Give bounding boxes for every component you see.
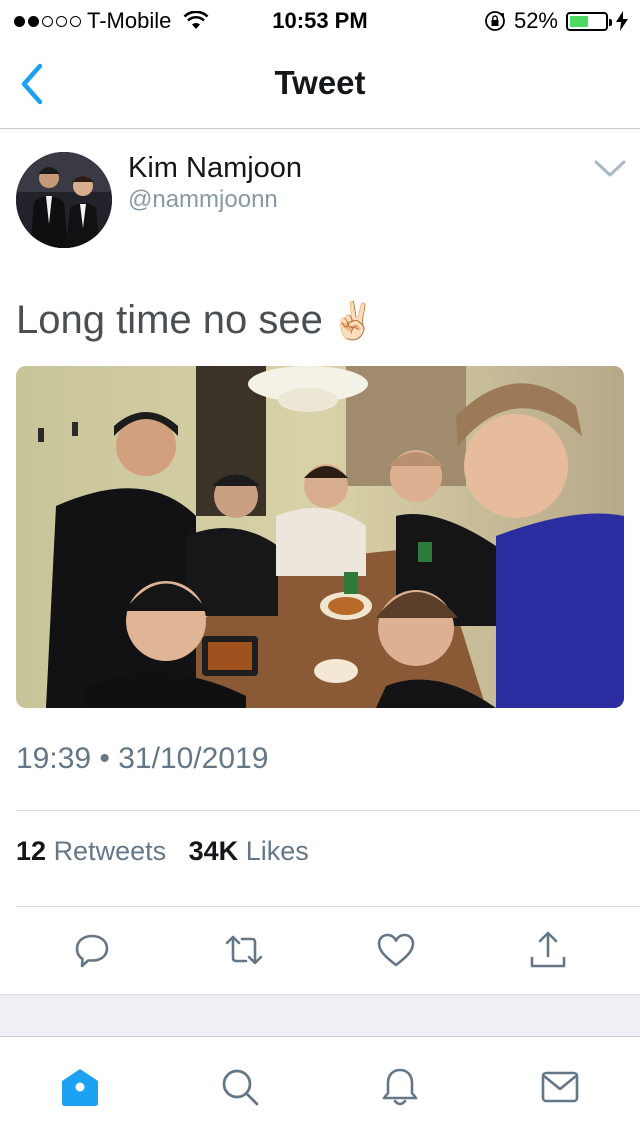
share-icon[interactable] [526,928,570,972]
retweets-count: 12 [16,836,47,866]
divider [16,906,640,907]
likes-label: Likes [245,836,309,866]
charging-bolt-icon [616,11,628,31]
retweets-label: Retweets [53,836,167,866]
home-icon[interactable] [58,1065,102,1109]
retweet-icon[interactable] [222,928,266,972]
rotation-lock-icon [485,11,505,31]
battery-percent: 52% [513,8,558,33]
status-bar: T-Mobile 10:53 PM 52% [0,0,640,40]
victory-hand-emoji: ✌🏻 [330,300,376,341]
divider [16,810,640,811]
more-options-chevron-down-icon[interactable] [590,156,630,182]
navigation-bar: Tweet [0,40,640,129]
battery-icon [566,11,612,31]
avatar[interactable] [16,152,112,248]
likes-count: 34K [188,836,239,866]
author-name[interactable]: Kim Namjoon [128,152,302,185]
tweet-text: Long time no see ✌🏻 [16,298,376,343]
author-handle[interactable]: @nammjoonn [128,186,278,214]
messages-icon[interactable] [538,1065,582,1109]
tweet-text-body: Long time no see [16,298,323,342]
notifications-icon[interactable] [378,1065,422,1109]
retweets-stat[interactable]: 12 Retweets [16,836,166,866]
tweet-timestamp: 19:39 • 31/10/2019 [16,742,269,775]
likes-stat[interactable]: 34K Likes [189,836,309,866]
search-icon[interactable] [218,1065,262,1109]
battery-status: 52% [484,8,628,34]
tweet-stats: 12 Retweets 34K Likes [16,836,309,867]
tab-bar [0,1036,640,1137]
tweet-photo[interactable] [16,366,624,708]
reply-icon[interactable] [70,928,114,972]
page-title: Tweet [274,64,366,101]
like-icon[interactable] [374,928,418,972]
separator-band [0,995,640,1037]
